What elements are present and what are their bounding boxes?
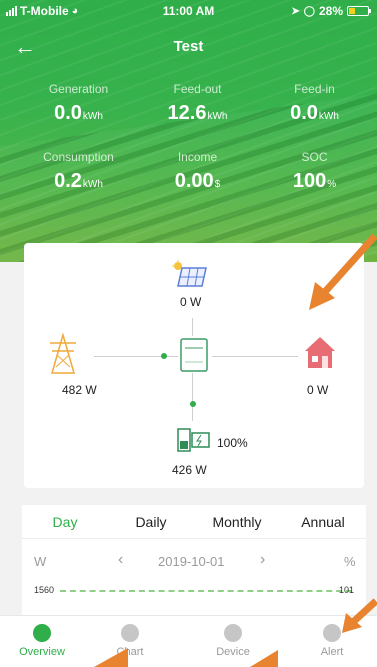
stat-value: 0.2	[54, 170, 82, 192]
stat-feed-out: Feed-out 12.6kWh	[135, 82, 260, 125]
current-date[interactable]: 2019-10-01	[158, 554, 225, 569]
nav-label: Device	[216, 646, 250, 658]
solar-panel-icon	[172, 260, 207, 287]
tab-monthly[interactable]: Monthly	[194, 505, 280, 538]
stat-unit: kWh	[207, 111, 228, 122]
stat-unit: %	[327, 179, 337, 190]
battery-soc-value: 100%	[217, 436, 248, 450]
history-card: Day Daily Monthly Annual W ‹ 2019-10-01 …	[22, 505, 366, 615]
stat-value: 0.0	[290, 102, 318, 124]
hero-banner: T-Mobile ◕ 11:00 AM ➤ ◯ 28% ← Test Gener…	[0, 0, 377, 262]
overview-icon	[33, 624, 51, 642]
battery-link-line	[192, 373, 193, 421]
location-icon: ➤	[291, 5, 300, 17]
next-date-icon[interactable]: ›	[260, 551, 265, 569]
stat-unit: kWh	[82, 111, 103, 122]
stat-value: 100	[292, 170, 327, 192]
stat-label: Generation	[48, 82, 109, 96]
stat-label: Feed-in	[294, 82, 335, 96]
tab-daily[interactable]: Daily	[108, 505, 194, 538]
grid-flow-dot	[161, 353, 167, 359]
house-icon	[305, 337, 335, 368]
left-axis-max: 1560	[34, 585, 55, 595]
period-tabs: Day Daily Monthly Annual	[22, 505, 366, 539]
stat-value: 12.6	[167, 102, 207, 124]
stat-label: Consumption	[43, 150, 114, 164]
home-power-value: 0 W	[307, 383, 329, 397]
battery-flow-dot	[190, 401, 196, 407]
right-axis-unit: %	[344, 554, 356, 569]
solar-power-value: 0 W	[180, 295, 202, 309]
stat-unit: kWh	[318, 111, 339, 122]
left-axis-unit: W	[34, 554, 47, 569]
stat-unit: $	[214, 179, 221, 190]
stat-generation: Generation 0.0kWh	[16, 82, 141, 125]
device-icon	[224, 624, 242, 642]
stat-consumption: Consumption 0.2kWh	[16, 150, 141, 193]
battery-power-value: 426 W	[172, 463, 207, 477]
battery-percent: 28%	[318, 4, 343, 18]
stat-income: Income 0.00$	[135, 150, 260, 193]
wrench-icon	[323, 624, 341, 642]
page-title: Test	[173, 38, 204, 55]
battery-icon	[347, 6, 371, 16]
chart-preview: 1560 101	[22, 585, 366, 605]
tab-day[interactable]: Day	[22, 505, 108, 538]
headphones-icon: ◯	[303, 5, 315, 17]
annotation-arrow-alert	[342, 598, 377, 633]
date-navigator: W ‹ 2019-10-01 › %	[22, 551, 366, 573]
soc-dashed-line	[60, 590, 352, 592]
battery-storage-icon	[177, 428, 210, 452]
home-link-line	[212, 356, 298, 357]
stat-soc: SOC 100%	[252, 150, 377, 193]
stat-value: 0.0	[54, 102, 82, 124]
annotation-arrow-flow	[309, 233, 377, 310]
nav-label: Alert	[320, 646, 344, 658]
prev-date-icon[interactable]: ‹	[118, 551, 123, 569]
stat-unit: kWh	[82, 179, 103, 190]
tab-annual[interactable]: Annual	[280, 505, 366, 538]
annotation-arrow-device	[250, 650, 278, 667]
stat-label: Income	[177, 150, 218, 164]
nav-label: Overview	[19, 646, 65, 658]
stat-value: 0.00	[174, 170, 214, 192]
stat-label: Feed-out	[173, 82, 222, 96]
nav-overview[interactable]: Overview	[10, 624, 74, 658]
annotation-arrow-chart	[94, 648, 128, 667]
stat-label: SOC	[301, 150, 328, 164]
right-axis-max: 101	[339, 585, 355, 595]
grid-tower-icon	[50, 333, 76, 374]
inverter-icon	[180, 338, 208, 372]
solar-link-line	[192, 318, 193, 336]
grid-power-value: 482 W	[62, 383, 97, 397]
status-bar: T-Mobile ◕ 11:00 AM ➤ ◯ 28%	[0, 0, 377, 22]
stat-feed-in: Feed-in 0.0kWh	[252, 82, 377, 125]
bottom-tab-bar: Overview Chart Device Alert	[0, 615, 377, 667]
top-nav: ← Test	[0, 30, 377, 64]
